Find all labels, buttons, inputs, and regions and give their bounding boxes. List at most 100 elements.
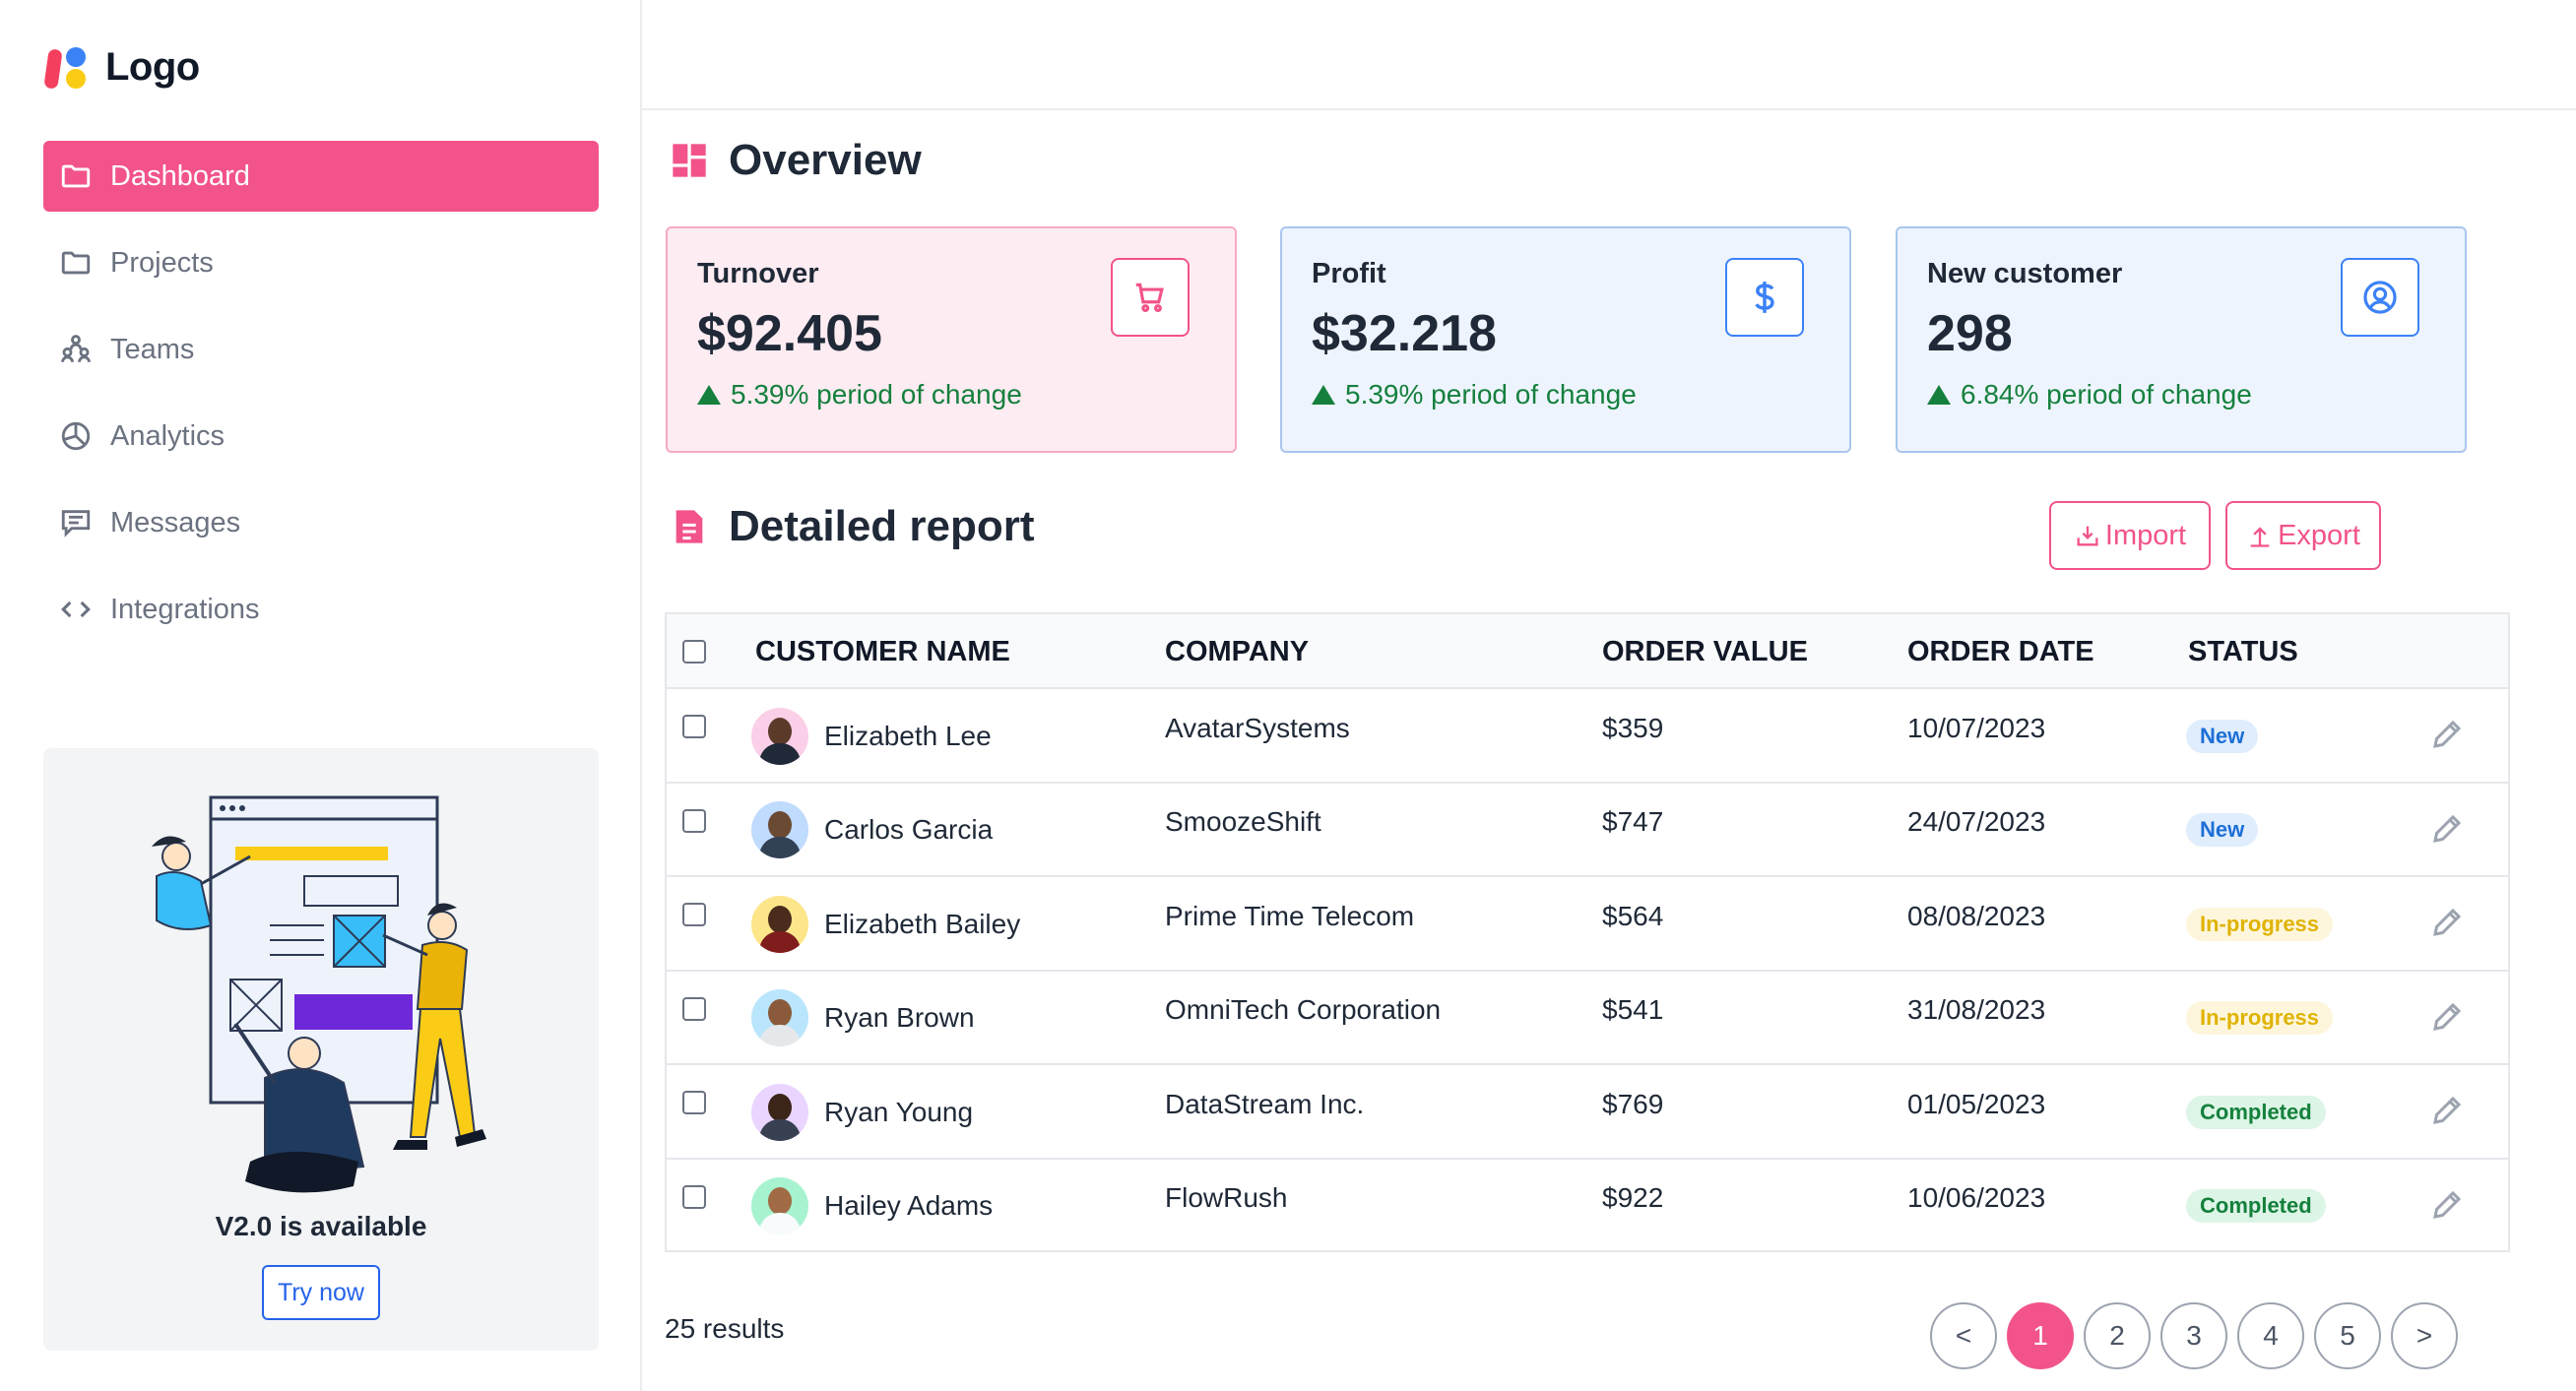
sidebar-item-label: Teams: [110, 333, 195, 365]
dollar-icon[interactable]: [1725, 258, 1804, 337]
logo-icon: [43, 43, 92, 91]
customer-cell: Carlos Garcia: [751, 784, 993, 877]
sidebar-item-integrations[interactable]: Integrations: [43, 574, 599, 645]
new-customer-card: New customer 298 6.84% period of change: [1896, 226, 2467, 453]
row-checkbox[interactable]: [682, 903, 706, 926]
report-title: Detailed report: [729, 502, 1035, 550]
avatar: [751, 1177, 808, 1234]
sidebar-item-label: Analytics: [110, 419, 225, 452]
sidebar-item-label: Messages: [110, 506, 241, 538]
page-button-2[interactable]: 2: [2084, 1302, 2151, 1369]
table-row[interactable]: Elizabeth Lee AvatarSystems $359 10/07/2023…: [667, 689, 2508, 784]
column-header[interactable]: CUSTOMER NAME: [755, 614, 1010, 689]
avatar: [751, 895, 808, 953]
select-all-checkbox[interactable]: [682, 640, 706, 664]
upgrade-promo: V2.0 is available Try now: [43, 748, 599, 1351]
row-checkbox[interactable]: [682, 715, 706, 738]
column-header[interactable]: ORDER VALUE: [1602, 614, 1808, 689]
export-button[interactable]: Export: [2225, 501, 2381, 570]
card-change-text: 5.39% period of change: [1345, 379, 1637, 410]
order-date-cell: 10/07/2023: [1907, 712, 2046, 743]
sidebar-item-label: Integrations: [110, 593, 260, 625]
customer-name: Carlos Garcia: [824, 814, 994, 845]
cart-icon[interactable]: [1111, 258, 1190, 337]
folder-icon: [61, 251, 91, 275]
company-cell: Prime Time Telecom: [1165, 900, 1415, 931]
import-button[interactable]: Import: [2049, 501, 2211, 570]
customer-cell: Hailey Adams: [751, 1160, 993, 1253]
table-header: CUSTOMER NAME COMPANY ORDER VALUE ORDER …: [667, 614, 2508, 689]
row-checkbox[interactable]: [682, 1091, 706, 1114]
table-row[interactable]: Ryan Young DataStream Inc. $769 01/05/2023 C…: [667, 1065, 2508, 1160]
card-change: 5.39% period of change: [1312, 379, 1820, 411]
order-date-cell: 31/08/2023: [1907, 994, 2046, 1025]
status-badge: New: [2186, 813, 2259, 847]
sidebar-item-teams[interactable]: Teams: [43, 314, 599, 385]
sidebar-item-messages[interactable]: Messages: [43, 487, 599, 558]
order-value-cell: $922: [1602, 1182, 1664, 1213]
order-date-cell: 01/05/2023: [1907, 1088, 2046, 1119]
row-checkbox[interactable]: [682, 996, 706, 1021]
sidebar-item-analytics[interactable]: Analytics: [43, 401, 599, 472]
edit-icon[interactable]: [2429, 999, 2465, 1035]
sidebar-item-projects[interactable]: Projects: [43, 227, 599, 298]
page-button-5[interactable]: 5: [2314, 1302, 2381, 1369]
card-change: 6.84% period of change: [1927, 379, 2435, 411]
dashboard-icon: [673, 144, 706, 177]
status-cell: New: [2186, 784, 2259, 877]
sidebar-nav: Dashboard Projects Teams Analytics Messa…: [43, 141, 599, 661]
card-change-text: 5.39% period of change: [731, 379, 1022, 410]
document-icon: [676, 510, 703, 543]
status-badge: New: [2186, 719, 2259, 753]
column-header[interactable]: STATUS: [2188, 614, 2298, 689]
logo[interactable]: Logo: [43, 43, 200, 91]
user-circle-icon[interactable]: [2341, 258, 2419, 337]
promo-title: V2.0 is available: [215, 1211, 427, 1241]
edit-icon[interactable]: [2429, 811, 2465, 847]
logo-text: Logo: [105, 44, 200, 89]
order-date-cell: 08/08/2023: [1907, 900, 2046, 931]
sidebar-item-label: Dashboard: [110, 159, 250, 192]
column-header[interactable]: ORDER DATE: [1907, 614, 2094, 689]
edit-icon[interactable]: [2429, 905, 2465, 940]
row-checkbox[interactable]: [682, 1184, 706, 1209]
order-date-cell: 10/06/2023: [1907, 1182, 2046, 1213]
page-button-3[interactable]: 3: [2160, 1302, 2227, 1369]
status-cell: New: [2186, 689, 2259, 783]
prev-page-button[interactable]: <: [1930, 1302, 1997, 1369]
message-icon: [61, 510, 91, 537]
table-row[interactable]: Elizabeth Bailey Prime Time Telecom $564 08…: [667, 877, 2508, 972]
edit-icon[interactable]: [2429, 1187, 2465, 1223]
export-label: Export: [2278, 519, 2360, 551]
order-value-cell: $359: [1602, 712, 1664, 743]
top-bar: [642, 0, 2576, 110]
try-now-button[interactable]: Try now: [262, 1265, 380, 1320]
results-count: 25 results: [665, 1313, 785, 1344]
turnover-card: Turnover $92.405 5.39% period of change: [666, 226, 1237, 453]
order-value-cell: $564: [1602, 900, 1664, 931]
table-row[interactable]: Carlos Garcia SmoozeShift $747 24/07/2023 Ne…: [667, 784, 2508, 877]
customer-cell: Ryan Brown: [751, 972, 975, 1065]
status-badge: Completed: [2186, 1095, 2326, 1129]
customer-cell: Elizabeth Bailey: [751, 877, 1020, 971]
import-icon: [2077, 526, 2098, 546]
sidebar-item-dashboard[interactable]: Dashboard: [43, 141, 599, 212]
sidebar-item-label: Projects: [110, 246, 214, 279]
folder-icon: [61, 164, 91, 188]
next-page-button[interactable]: >: [2391, 1302, 2458, 1369]
card-change: 5.39% period of change: [697, 379, 1205, 411]
sidebar: Logo Dashboard Projects Teams Analytics …: [0, 0, 642, 1391]
import-label: Import: [2104, 519, 2187, 551]
order-value-cell: $747: [1602, 806, 1664, 837]
profit-card: Profit $32.218 5.39% period of change: [1280, 226, 1851, 453]
column-header[interactable]: COMPANY: [1165, 614, 1309, 689]
edit-icon[interactable]: [2429, 717, 2465, 752]
company-cell: OmniTech Corporation: [1165, 994, 1442, 1025]
page-button-4[interactable]: 4: [2237, 1302, 2304, 1369]
table-row[interactable]: Hailey Adams FlowRush $922 10/06/2023 Comple…: [667, 1160, 2508, 1254]
row-checkbox[interactable]: [682, 808, 706, 833]
page-button-1[interactable]: 1: [2007, 1302, 2074, 1369]
avatar: [751, 801, 808, 858]
edit-icon[interactable]: [2429, 1093, 2465, 1128]
table-row[interactable]: Ryan Brown OmniTech Corporation $541 31/08/…: [667, 972, 2508, 1065]
